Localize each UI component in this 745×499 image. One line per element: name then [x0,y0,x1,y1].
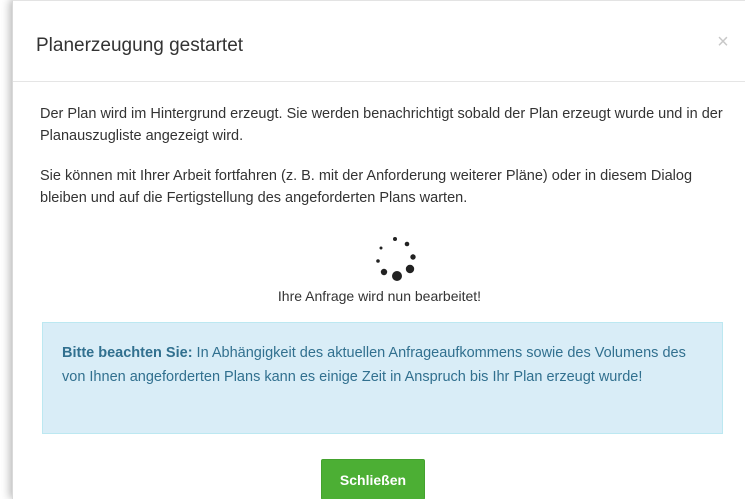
notice-label: Bitte beachten Sie: [62,345,193,361]
modal-dialog: Planerzeugung gestartet × Der Plan wird … [12,0,745,499]
modal-title: Planerzeugung gestartet [36,35,244,56]
spinner-dot [379,246,383,250]
modal-header: Planerzeugung gestartet × [13,1,745,82]
page: Planerzeugung gestartet × Der Plan wird … [0,0,745,499]
spinner-dot [376,259,380,263]
close-button[interactable]: Schließen [321,459,425,499]
close-icon[interactable]: × [714,32,732,52]
loading-spinner-icon [376,237,416,281]
spinner-dot [404,241,410,247]
spinner-dot [405,264,415,274]
spinner-dot [392,271,402,281]
spinner-dot [393,237,397,241]
info-paragraph-2: Sie können mit Ihrer Arbeit fortfahren (… [40,168,693,206]
info-alert: Bitte beachten Sie: In Abhängigkeit des … [42,322,723,434]
spinner-dot [410,254,416,260]
processing-status: Ihre Anfrage wird nun bearbeitet! [277,288,482,304]
info-paragraph-1: Der Plan wird im Hintergrund erzeugt. Si… [40,106,723,144]
spinner-dot [380,268,388,276]
